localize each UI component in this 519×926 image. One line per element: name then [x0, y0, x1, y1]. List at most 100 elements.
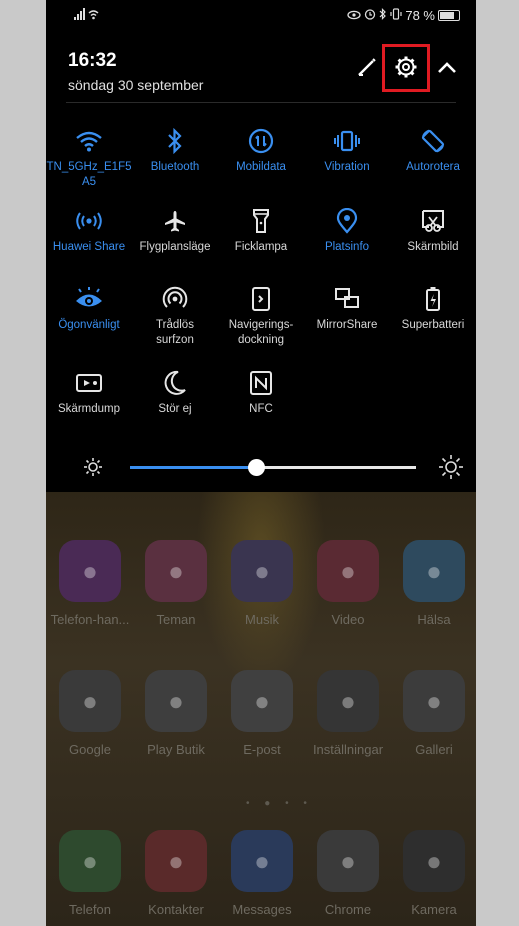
- tile-vibration[interactable]: Vibration: [304, 124, 390, 175]
- huawei-share-icon: [46, 204, 132, 238]
- app-kamera[interactable]: ● Kamera: [391, 830, 476, 917]
- app-telefon[interactable]: ● Telefon: [47, 830, 133, 917]
- app-inställningar[interactable]: ● Inställningar: [305, 670, 391, 757]
- tile-airplane[interactable]: Flygplansläge: [132, 204, 218, 255]
- app-label: Kamera: [411, 902, 457, 917]
- tile-label: Flygplansläge: [139, 241, 211, 253]
- tile-label: Trådlös surfzon: [156, 319, 194, 346]
- tile-flashlight[interactable]: Ficklampa: [218, 204, 304, 255]
- app-label: Inställningar: [312, 742, 384, 757]
- tile-super-battery[interactable]: Superbatteri: [390, 282, 476, 333]
- settings-button[interactable]: [389, 52, 423, 86]
- nfc-icon: [218, 366, 304, 400]
- app-chrome[interactable]: ● Chrome: [305, 830, 391, 917]
- tile-moon[interactable]: Stör ej: [132, 366, 218, 417]
- tile-eye-comfort[interactable]: Ögonvänligt: [46, 282, 132, 333]
- tile-label: Ögonvänligt: [58, 319, 120, 331]
- location-icon: [304, 204, 390, 238]
- brightness-slider-thumb[interactable]: [247, 459, 265, 476]
- tile-bluetooth[interactable]: Bluetooth: [132, 124, 218, 175]
- tile-hotspot[interactable]: Trådlös surfzon: [132, 282, 218, 348]
- app-icon: ●: [145, 830, 207, 892]
- tile-screenshot[interactable]: Skärmbild: [390, 204, 476, 255]
- status-right: 78 %: [347, 8, 460, 23]
- app-label: Chrome: [324, 902, 372, 917]
- tile-label: Platsinfo: [324, 241, 370, 253]
- app-telefon-han[interactable]: ● Telefon-han...: [47, 540, 133, 627]
- hotspot-icon: [132, 282, 218, 316]
- app-google[interactable]: ● Google: [47, 670, 133, 757]
- app-play-butik[interactable]: ● Play Butik: [133, 670, 219, 757]
- tile-label: Autorotera: [406, 161, 460, 173]
- tile-huawei-share[interactable]: Huawei Share: [46, 204, 132, 255]
- pencil-icon: [356, 56, 378, 83]
- app-label: Kontakter: [148, 902, 204, 917]
- tile-label: MirrorShare: [316, 319, 378, 331]
- app-icon: ●: [231, 830, 293, 892]
- app-video[interactable]: ● Video: [305, 540, 391, 627]
- airplane-icon: [132, 204, 218, 238]
- chevron-up-icon: [437, 60, 457, 79]
- wifi-icon: [46, 124, 132, 158]
- tile-label: Huawei Share: [52, 241, 126, 253]
- app-icon: ●: [59, 670, 121, 732]
- app-galleri[interactable]: ● Galleri: [391, 670, 476, 757]
- tile-location[interactable]: Platsinfo: [304, 204, 390, 255]
- tile-label: Ficklampa: [234, 241, 288, 253]
- tile-mobile-data[interactable]: Mobildata: [218, 124, 304, 175]
- header-divider: [66, 102, 456, 103]
- app-e-post[interactable]: ● E-post: [219, 670, 305, 757]
- battery-icon: [438, 10, 460, 21]
- app-hälsa[interactable]: ● Hälsa: [391, 540, 476, 627]
- app-label: Play Butik: [147, 742, 205, 757]
- app-label: Video: [331, 612, 365, 627]
- app-icon: ●: [145, 670, 207, 732]
- app-icon: ●: [317, 830, 379, 892]
- left-margin: [0, 0, 46, 926]
- brightness-row: [46, 448, 476, 488]
- flashlight-icon: [218, 204, 304, 238]
- tile-label: Vibration: [324, 161, 370, 173]
- app-teman[interactable]: ● Teman: [133, 540, 219, 627]
- app-musik[interactable]: ● Musik: [219, 540, 305, 627]
- app-icon: ●: [231, 540, 293, 602]
- date: söndag 30 september: [68, 77, 204, 93]
- app-icon: ●: [59, 540, 121, 602]
- brightness-track[interactable]: [255, 466, 416, 469]
- app-messages[interactable]: ● Messages: [219, 830, 305, 917]
- collapse-button[interactable]: [430, 52, 464, 86]
- autorotate-icon: [390, 124, 476, 158]
- phone-screen: ● Telefon-han... ● Teman ● Musik ● Video ● Hälsa ●…: [46, 0, 476, 926]
- tile-screen-record[interactable]: Skärmdump: [46, 366, 132, 417]
- tile-label: Bluetooth: [150, 161, 200, 173]
- app-icon: ●: [231, 670, 293, 732]
- gear-icon: [394, 55, 418, 84]
- page-indicator: • ● • •: [246, 798, 313, 809]
- tile-nfc[interactable]: NFC: [218, 366, 304, 417]
- app-label: Hälsa: [417, 612, 451, 627]
- alarm-icon: [364, 8, 376, 23]
- app-label: Teman: [156, 612, 196, 627]
- edit-button[interactable]: [350, 52, 384, 86]
- app-icon: ●: [317, 670, 379, 732]
- app-icon: ●: [403, 540, 465, 602]
- app-icon: ●: [59, 830, 121, 892]
- tile-mirrorshare[interactable]: MirrorShare: [304, 282, 390, 333]
- app-label: E-post: [243, 742, 281, 757]
- tile-label: Navigerings-dockning: [228, 319, 294, 346]
- app-label: Telefon: [69, 902, 111, 917]
- vibration-icon: [304, 124, 390, 158]
- eye-status-icon: [347, 8, 362, 23]
- tile-label: NFC: [249, 403, 273, 415]
- tile-autorotate[interactable]: Autorotera: [390, 124, 476, 175]
- app-icon: ●: [145, 540, 207, 602]
- brightness-low-icon: [82, 456, 104, 483]
- super-battery-icon: [390, 282, 476, 316]
- battery-percent: 78 %: [405, 8, 435, 23]
- tile-navigation-dock[interactable]: Navigerings-dockning: [218, 282, 304, 348]
- navigation-dock-icon: [218, 282, 304, 316]
- app-kontakter[interactable]: ● Kontakter: [133, 830, 219, 917]
- tile-wifi[interactable]: TN_5GHz_E1F5 A5: [46, 124, 132, 190]
- bluetooth-status-icon: [379, 8, 387, 23]
- screenshot-icon: [390, 204, 476, 238]
